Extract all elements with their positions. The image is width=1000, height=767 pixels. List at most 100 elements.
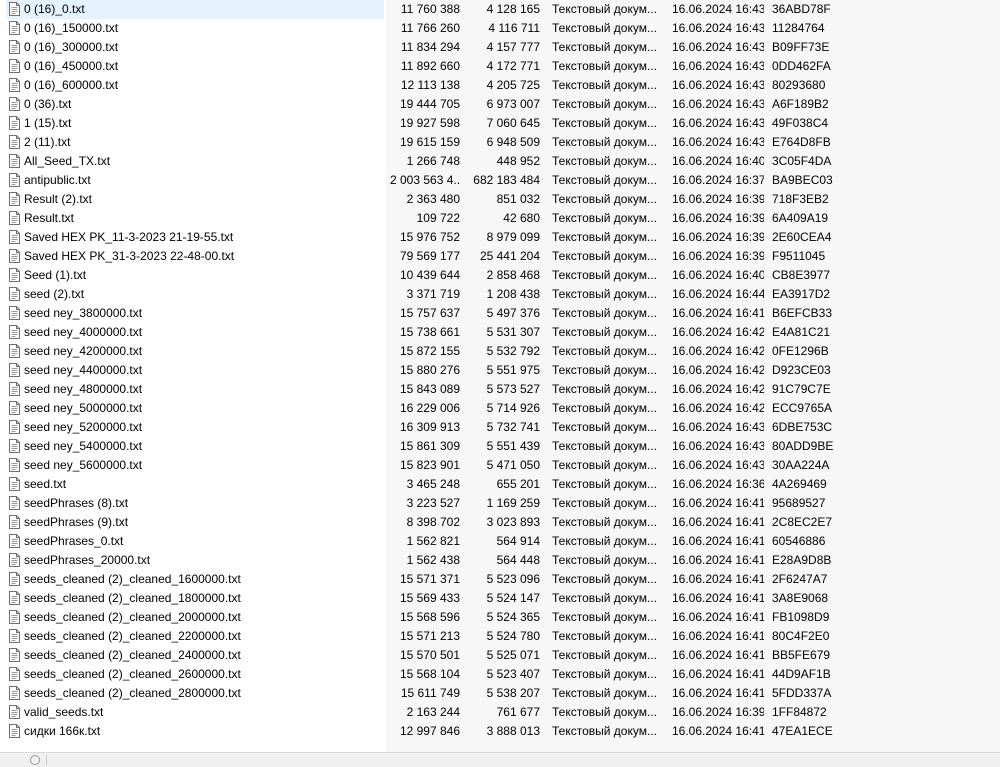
file-name-cell[interactable]: seedPhrases (9).txt [6, 513, 384, 532]
file-name-cell[interactable]: 1 (15).txt [6, 114, 384, 133]
file-name-cell[interactable]: seeds_cleaned (2)_cleaned_2200000.txt [6, 627, 384, 646]
file-name-cell[interactable]: seed ney_4400000.txt [6, 361, 384, 380]
file-name-cell[interactable]: 0 (36).txt [6, 95, 384, 114]
file-type: Текстовый докум... [552, 667, 657, 681]
file-name-cell[interactable]: seeds_cleaned (2)_cleaned_2600000.txt [6, 665, 384, 684]
file-row[interactable]: seed ney_5200000.txt 16 309 913 5 732 74… [0, 418, 1000, 437]
file-row[interactable]: seeds_cleaned (2)_cleaned_2800000.txt 15… [0, 684, 1000, 703]
text-file-icon [9, 154, 20, 168]
file-name-cell[interactable]: Result.txt [6, 209, 384, 228]
file-row[interactable]: antipublic.txt 2 003 563 4... 682 183 48… [0, 171, 1000, 190]
file-name-cell[interactable]: 0 (16)_300000.txt [6, 38, 384, 57]
file-row[interactable]: seed.txt 3 465 248 655 201 Текстовый док… [0, 475, 1000, 494]
file-name-cell[interactable]: seedPhrases_0.txt [6, 532, 384, 551]
file-modified: 16.06.2024 16:39 [672, 249, 764, 263]
file-row[interactable]: seed ney_4400000.txt 15 880 276 5 551 97… [0, 361, 1000, 380]
file-name-cell[interactable]: All_Seed_TX.txt [6, 152, 384, 171]
file-row[interactable]: 0 (16)_150000.txt 11 766 260 4 116 711 Т… [0, 19, 1000, 38]
file-type: Текстовый докум... [552, 515, 657, 529]
file-row[interactable]: seeds_cleaned (2)_cleaned_1800000.txt 15… [0, 589, 1000, 608]
file-crc: 80C4F2E0 [772, 629, 830, 643]
file-row[interactable]: seed ney_5400000.txt 15 861 309 5 551 43… [0, 437, 1000, 456]
file-name-cell[interactable]: seed ney_4200000.txt [6, 342, 384, 361]
file-name-cell[interactable]: сидки 166к.txt [6, 722, 384, 741]
text-file-icon [9, 705, 20, 719]
file-name: seed ney_3800000.txt [24, 306, 143, 320]
file-packed-size: 42 680 [503, 211, 540, 225]
file-row[interactable]: 0 (16)_600000.txt 12 113 138 4 205 725 Т… [0, 76, 1000, 95]
file-row[interactable]: seedPhrases (9).txt 8 398 702 3 023 893 … [0, 513, 1000, 532]
file-row[interactable]: seed ney_5600000.txt 15 823 901 5 471 05… [0, 456, 1000, 475]
text-file-icon [9, 477, 20, 491]
file-row[interactable]: seeds_cleaned (2)_cleaned_2400000.txt 15… [0, 646, 1000, 665]
file-name-cell[interactable]: seeds_cleaned (2)_cleaned_2400000.txt [6, 646, 384, 665]
file-row[interactable]: seeds_cleaned (2)_cleaned_2600000.txt 15… [0, 665, 1000, 684]
file-name-cell[interactable]: 0 (16)_600000.txt [6, 76, 384, 95]
file-name-cell[interactable]: Saved HEX PK_11-3-2023 21-19-55.txt [6, 228, 384, 247]
file-row[interactable]: 2 (11).txt 19 615 159 6 948 509 Текстовы… [0, 133, 1000, 152]
file-name-cell[interactable]: seed ney_5400000.txt [6, 437, 384, 456]
file-row[interactable]: seed ney_4800000.txt 15 843 089 5 573 52… [0, 380, 1000, 399]
file-row[interactable]: seedPhrases (8).txt 3 223 527 1 169 259 … [0, 494, 1000, 513]
file-row[interactable]: seedPhrases_0.txt 1 562 821 564 914 Текс… [0, 532, 1000, 551]
file-name-cell[interactable]: seed.txt [6, 475, 384, 494]
file-packed-size: 5 524 365 [486, 610, 540, 624]
file-row[interactable]: All_Seed_TX.txt 1 266 748 448 952 Тексто… [0, 152, 1000, 171]
horizontal-scrollbar[interactable] [0, 752, 1000, 767]
file-row[interactable]: seeds_cleaned (2)_cleaned_2000000.txt 15… [0, 608, 1000, 627]
file-row[interactable]: Result.txt 109 722 42 680 Текстовый доку… [0, 209, 1000, 228]
file-type: Текстовый докум... [552, 401, 657, 415]
file-row[interactable]: 0 (16)_0.txt 11 760 388 4 128 165 Тексто… [0, 0, 1000, 19]
file-row[interactable]: seed (2).txt 3 371 719 1 208 438 Текстов… [0, 285, 1000, 304]
file-row[interactable]: seed ney_5000000.txt 16 229 006 5 714 92… [0, 399, 1000, 418]
archive-file-list[interactable]: 0 (16)_0.txt 11 760 388 4 128 165 Тексто… [0, 0, 1000, 741]
file-name-cell[interactable]: 0 (16)_150000.txt [6, 19, 384, 38]
file-name-cell[interactable]: seedPhrases_20000.txt [6, 551, 384, 570]
file-name-cell[interactable]: seeds_cleaned (2)_cleaned_2800000.txt [6, 684, 384, 703]
file-name-cell[interactable]: valid_seeds.txt [6, 703, 384, 722]
file-name-cell[interactable]: 0 (16)_0.txt [6, 0, 384, 19]
file-row[interactable]: seeds_cleaned (2)_cleaned_1600000.txt 15… [0, 570, 1000, 589]
file-name-cell[interactable]: antipublic.txt [6, 171, 384, 190]
file-row[interactable]: Saved HEX PK_11-3-2023 21-19-55.txt 15 9… [0, 228, 1000, 247]
file-name-cell[interactable]: seed ney_4000000.txt [6, 323, 384, 342]
file-size: 15 568 104 [399, 667, 460, 681]
file-name-cell[interactable]: seed (2).txt [6, 285, 384, 304]
file-packed-size: 4 128 165 [486, 2, 540, 16]
file-type: Текстовый докум... [552, 21, 657, 35]
file-row[interactable]: 0 (16)_450000.txt 11 892 660 4 172 771 Т… [0, 57, 1000, 76]
file-row[interactable]: seedPhrases_20000.txt 1 562 438 564 448 … [0, 551, 1000, 570]
file-name-cell[interactable]: seed ney_5000000.txt [6, 399, 384, 418]
file-row[interactable]: Saved HEX PK_31-3-2023 22-48-00.txt 79 5… [0, 247, 1000, 266]
file-row[interactable]: 1 (15).txt 19 927 598 7 060 645 Текстовы… [0, 114, 1000, 133]
text-file-icon [9, 439, 20, 453]
file-crc: BA9BEC03 [772, 173, 833, 187]
file-row[interactable]: seed ney_4000000.txt 15 738 661 5 531 30… [0, 323, 1000, 342]
file-name-cell[interactable]: 0 (16)_450000.txt [6, 57, 384, 76]
file-name-cell[interactable]: seed ney_3800000.txt [6, 304, 384, 323]
file-row[interactable]: valid_seeds.txt 2 163 244 761 677 Тексто… [0, 703, 1000, 722]
file-name-cell[interactable]: seed ney_5200000.txt [6, 418, 384, 437]
file-name-cell[interactable]: Result (2).txt [6, 190, 384, 209]
file-name-cell[interactable]: seeds_cleaned (2)_cleaned_2000000.txt [6, 608, 384, 627]
file-row[interactable]: сидки 166к.txt 12 997 846 3 888 013 Текс… [0, 722, 1000, 741]
text-file-icon [9, 515, 20, 529]
file-packed-size: 3 888 013 [486, 724, 540, 738]
file-row[interactable]: Result (2).txt 2 363 480 851 032 Текстов… [0, 190, 1000, 209]
file-name-cell[interactable]: seed ney_4800000.txt [6, 380, 384, 399]
file-name-cell[interactable]: 2 (11).txt [6, 133, 384, 152]
file-name-cell[interactable]: seedPhrases (8).txt [6, 494, 384, 513]
file-name-cell[interactable]: seed ney_5600000.txt [6, 456, 384, 475]
file-row[interactable]: Seed (1).txt 10 439 644 2 858 468 Тексто… [0, 266, 1000, 285]
file-row[interactable]: seeds_cleaned (2)_cleaned_2200000.txt 15… [0, 627, 1000, 646]
file-name-cell[interactable]: seeds_cleaned (2)_cleaned_1800000.txt [6, 589, 384, 608]
file-name-cell[interactable]: seeds_cleaned (2)_cleaned_1600000.txt [6, 570, 384, 589]
file-name-cell[interactable]: Saved HEX PK_31-3-2023 22-48-00.txt [6, 247, 384, 266]
file-row[interactable]: 0 (36).txt 19 444 705 6 973 007 Текстовы… [0, 95, 1000, 114]
file-row[interactable]: seed ney_4200000.txt 15 872 155 5 532 79… [0, 342, 1000, 361]
file-type: Текстовый докум... [552, 211, 657, 225]
file-row[interactable]: 0 (16)_300000.txt 11 834 294 4 157 777 Т… [0, 38, 1000, 57]
text-file-icon [9, 268, 20, 282]
file-row[interactable]: seed ney_3800000.txt 15 757 637 5 497 37… [0, 304, 1000, 323]
file-name-cell[interactable]: Seed (1).txt [6, 266, 384, 285]
